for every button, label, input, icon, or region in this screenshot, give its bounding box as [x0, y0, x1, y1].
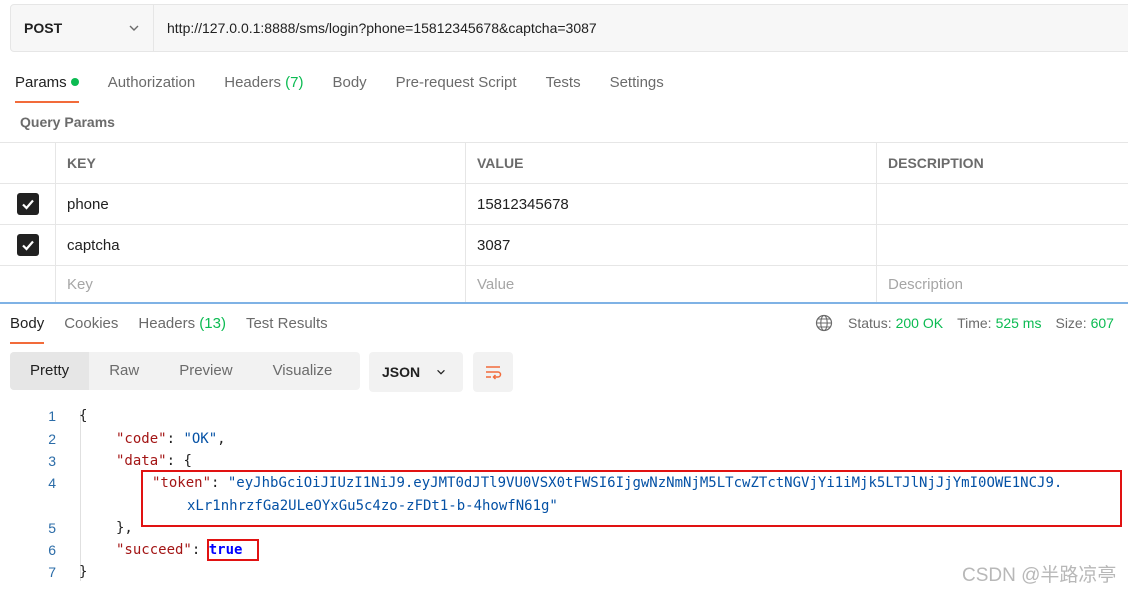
- view-visualize-button[interactable]: Visualize: [253, 352, 353, 390]
- param-description[interactable]: [877, 184, 1128, 224]
- method-select[interactable]: POST: [11, 5, 154, 51]
- table-header-row: KEY VALUE DESCRIPTION: [0, 143, 1128, 184]
- param-value[interactable]: 3087: [466, 225, 877, 265]
- time-label: Time:: [957, 315, 992, 331]
- param-checkbox[interactable]: [16, 193, 39, 215]
- tab-cookies[interactable]: Cookies: [64, 314, 118, 344]
- param-value[interactable]: 15812345678: [466, 184, 877, 224]
- new-key-input[interactable]: Key: [56, 266, 466, 302]
- line-number: 7: [48, 564, 56, 580]
- response-status: Status: 200 OK Time: 525 ms Size: 607: [815, 314, 1128, 332]
- status-value[interactable]: 200 OK: [896, 315, 943, 331]
- request-tabs: Params Authorization Headers (7) Body Pr…: [15, 73, 693, 103]
- format-label: JSON: [382, 364, 421, 380]
- line-number: 3: [48, 453, 56, 469]
- table-row: phone 15812345678: [0, 184, 1128, 225]
- watermark: CSDN @半路凉亭: [962, 565, 1117, 586]
- wrap-lines-icon: [486, 366, 502, 380]
- query-params-title: Query Params: [20, 114, 115, 130]
- params-indicator-dot: [70, 78, 79, 86]
- globe-icon[interactable]: [815, 314, 833, 332]
- line-number: 4: [48, 475, 56, 491]
- succeed-highlight-box: [207, 539, 259, 561]
- json-data-close: },: [116, 520, 133, 536]
- column-header-value: VALUE: [466, 143, 877, 183]
- param-checkbox[interactable]: [16, 234, 39, 256]
- view-mode-switcher: Pretty Raw Preview Visualize: [10, 352, 360, 390]
- method-label: POST: [24, 20, 63, 36]
- size-value[interactable]: 607: [1091, 315, 1114, 331]
- token-highlight-box: [141, 470, 1122, 527]
- response-tabs: Body Cookies Headers (13) Test Results: [10, 314, 348, 344]
- json-line-code: "code": "OK",: [116, 431, 226, 447]
- view-raw-button[interactable]: Raw: [89, 352, 159, 390]
- new-value-input[interactable]: Value: [466, 266, 877, 302]
- line-number: 2: [48, 431, 56, 447]
- tab-tests[interactable]: Tests: [546, 73, 581, 103]
- line-number: 1: [48, 408, 56, 424]
- tab-params[interactable]: Params: [15, 73, 79, 103]
- headers-count: (7): [285, 74, 304, 91]
- json-close-brace: }: [79, 564, 88, 580]
- size-label: Size:: [1055, 315, 1087, 331]
- view-pretty-button[interactable]: Pretty: [10, 352, 90, 390]
- response-headers-count: (13): [199, 315, 226, 332]
- tab-test-results[interactable]: Test Results: [246, 314, 328, 344]
- url-bar: POST http://127.0.0.1:8888/sms/login?pho…: [10, 4, 1128, 52]
- tab-pre-request-script[interactable]: Pre-request Script: [396, 73, 517, 103]
- tab-response-body[interactable]: Body: [10, 314, 45, 344]
- wrap-lines-button[interactable]: [473, 352, 513, 392]
- param-key[interactable]: phone: [56, 184, 466, 224]
- checkmark-icon: [21, 199, 34, 210]
- chevron-down-icon: [437, 369, 445, 375]
- indent-guide: [80, 411, 81, 581]
- json-open-brace: {: [79, 408, 88, 424]
- time-value[interactable]: 525 ms: [996, 315, 1042, 331]
- line-number: 6: [48, 542, 56, 558]
- tab-response-headers[interactable]: Headers (13): [138, 314, 226, 344]
- column-header-description: DESCRIPTION: [888, 155, 984, 171]
- tab-headers[interactable]: Headers (7): [224, 73, 303, 103]
- chevron-down-icon: [129, 25, 139, 31]
- tab-settings[interactable]: Settings: [610, 73, 664, 103]
- params-table: KEY VALUE DESCRIPTION phone 15812345678 …: [0, 142, 1128, 302]
- status-label: Status:: [848, 315, 892, 331]
- table-row: captcha 3087: [0, 225, 1128, 266]
- tab-authorization[interactable]: Authorization: [108, 73, 196, 103]
- json-line-data: "data": {: [116, 453, 192, 469]
- param-key[interactable]: captcha: [56, 225, 466, 265]
- column-header-key: KEY: [56, 143, 466, 183]
- table-row-new: Key Value Description: [0, 266, 1128, 302]
- format-select[interactable]: JSON: [369, 352, 463, 392]
- checkmark-icon: [21, 240, 34, 251]
- view-preview-button[interactable]: Preview: [159, 352, 252, 390]
- new-description-input[interactable]: Description: [877, 266, 1128, 302]
- url-input[interactable]: http://127.0.0.1:8888/sms/login?phone=15…: [154, 20, 597, 36]
- line-number: 5: [48, 520, 56, 536]
- tab-body[interactable]: Body: [332, 73, 366, 103]
- pane-divider[interactable]: [0, 302, 1128, 304]
- param-description[interactable]: [877, 225, 1128, 265]
